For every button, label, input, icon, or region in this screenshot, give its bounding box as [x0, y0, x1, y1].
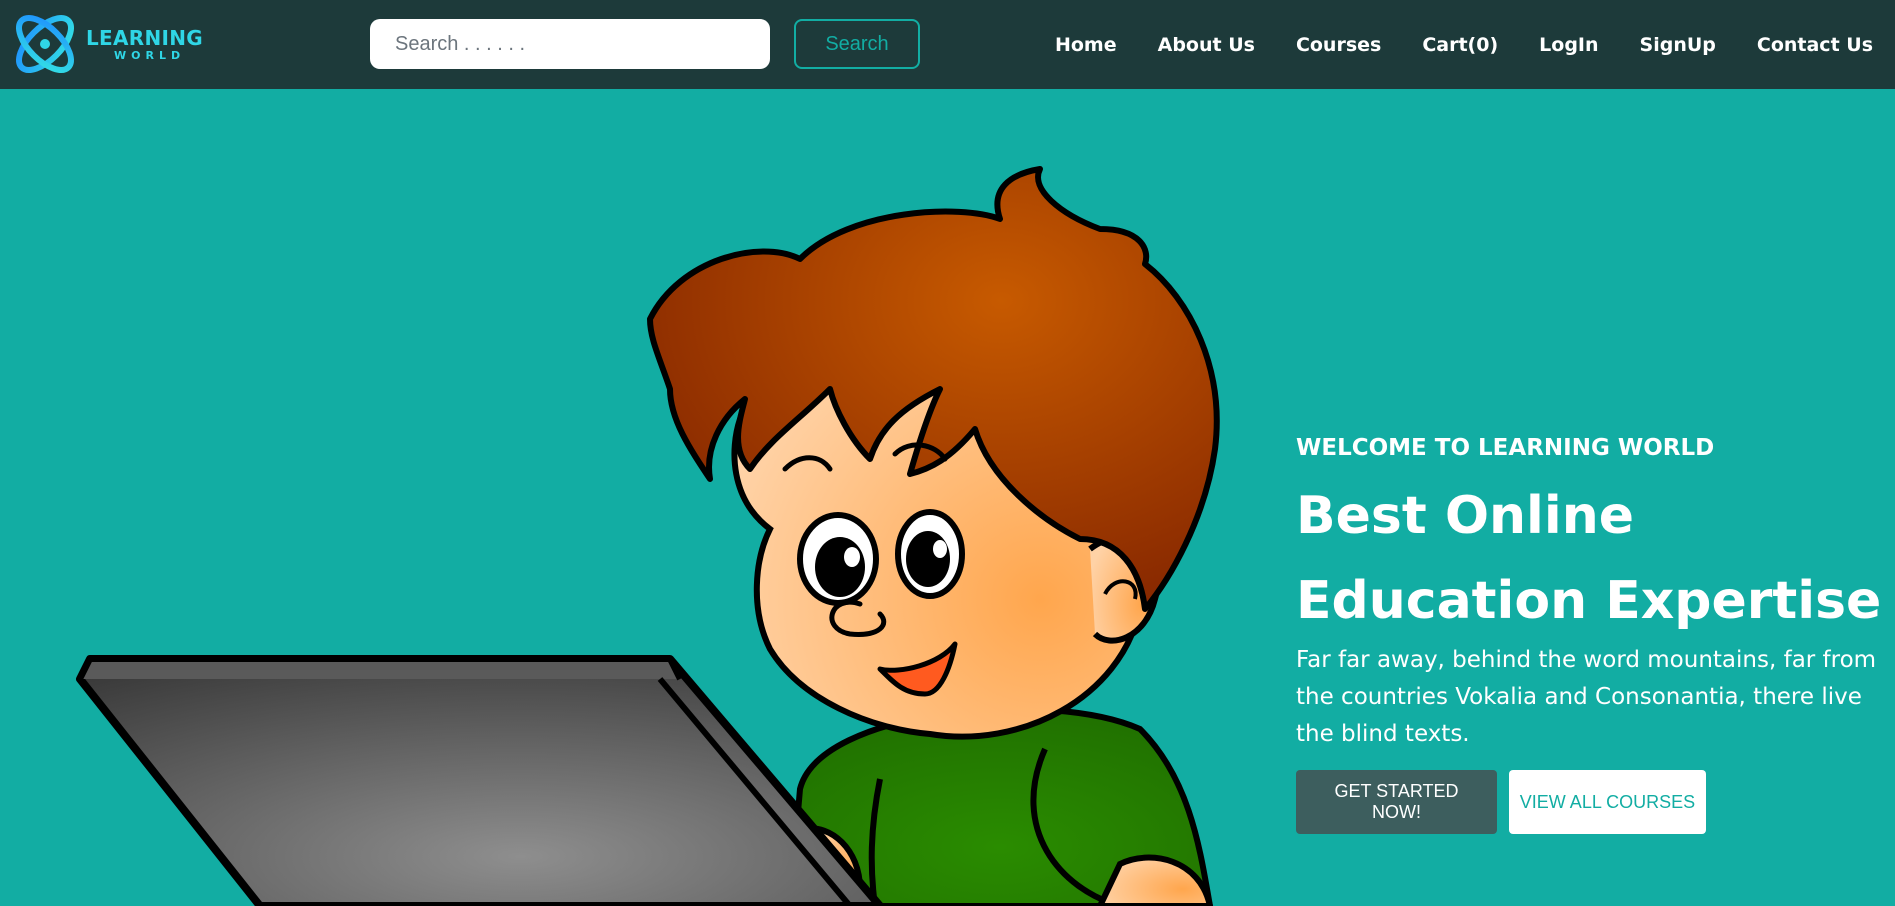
nav-home[interactable]: Home — [1055, 34, 1117, 56]
get-started-button[interactable]: GET STARTED NOW! — [1296, 770, 1497, 834]
hero-welcome-text: WELCOME TO LEARNING WORLD — [1296, 435, 1715, 461]
nav-signup[interactable]: SignUp — [1640, 34, 1716, 56]
hero-headline: Best Online Education Expertise — [1296, 486, 1882, 631]
hero-illustration — [0, 89, 1240, 906]
hero-content: WELCOME TO LEARNING WORLD Best Online Ed… — [1296, 430, 1886, 834]
nav-login[interactable]: LogIn — [1539, 34, 1598, 56]
nav-courses[interactable]: Courses — [1296, 34, 1381, 56]
nav-contact-us[interactable]: Contact Us — [1757, 34, 1873, 56]
brand-logo[interactable]: LEARNING WORLD — [8, 7, 203, 81]
hero-cta-row: GET STARTED NOW! VIEW ALL COURSES — [1296, 770, 1886, 834]
nav-cart[interactable]: Cart(0) — [1422, 34, 1498, 56]
search-button[interactable]: Search — [794, 19, 920, 69]
main-nav: Home About Us Courses Cart(0) LogIn Sign… — [1014, 0, 1873, 89]
search-input[interactable] — [370, 19, 770, 69]
top-navbar: LEARNING WORLD Search Home About Us Cour… — [0, 0, 1895, 89]
brand-title: LEARNING — [86, 26, 204, 50]
hero-description: Far far away, behind the word mountains,… — [1296, 647, 1877, 747]
view-all-courses-button[interactable]: VIEW ALL COURSES — [1509, 770, 1706, 834]
atom-orbit-icon — [16, 15, 74, 73]
brand-wordmark: LEARNING WORLD — [86, 27, 203, 63]
cartoon-boy-laptop-image — [76, 166, 1220, 906]
brand-subtitle: WORLD — [114, 49, 186, 62]
nav-about-us[interactable]: About Us — [1158, 34, 1255, 56]
